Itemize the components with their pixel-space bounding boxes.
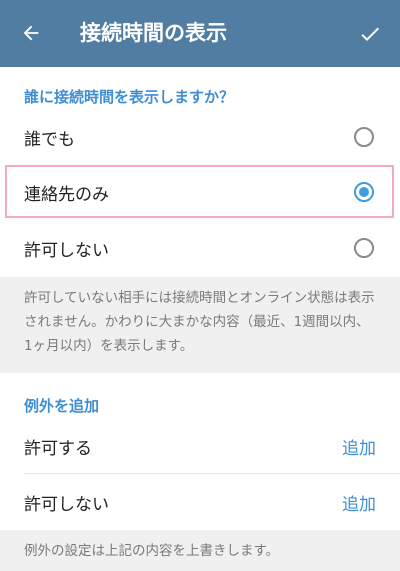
back-button[interactable] [18, 20, 44, 46]
radio-button[interactable] [354, 127, 374, 147]
exception-label: 許可しない [24, 494, 109, 515]
exceptions-info-text: 例外の設定は上記の内容を上書きします。 [0, 530, 400, 571]
option-contacts-only[interactable]: 連絡先のみ [0, 164, 400, 220]
page-title: 接続時間の表示 [80, 21, 227, 45]
exception-deny-row[interactable]: 許可しない 追加 [0, 474, 400, 530]
confirm-button[interactable] [356, 20, 384, 48]
arrow-left-icon [23, 25, 39, 41]
exception-allow-row[interactable]: 許可する 追加 [0, 418, 400, 474]
visibility-info-text: 許可していない相手には接続時間とオンライン状態は表示されません。かわりに大まかな… [0, 277, 400, 373]
add-allow-button[interactable]: 追加 [342, 434, 376, 459]
option-nobody[interactable]: 許可しない [0, 220, 400, 276]
app-bar: 接続時間の表示 [0, 0, 400, 67]
checkmark-icon [361, 27, 379, 41]
option-label: 誰でも [24, 129, 75, 150]
section-header-exceptions: 例外を追加 [24, 397, 100, 415]
exception-label: 許可する [24, 438, 92, 459]
option-label: 連絡先のみ [24, 184, 109, 205]
radio-button[interactable] [354, 238, 374, 258]
option-label: 許可しない [24, 240, 109, 261]
radio-button-selected[interactable] [354, 182, 374, 202]
section-header-visibility: 誰に接続時間を表示しますか？ [24, 88, 235, 106]
add-deny-button[interactable]: 追加 [342, 490, 376, 515]
option-everyone[interactable]: 誰でも [0, 109, 400, 165]
